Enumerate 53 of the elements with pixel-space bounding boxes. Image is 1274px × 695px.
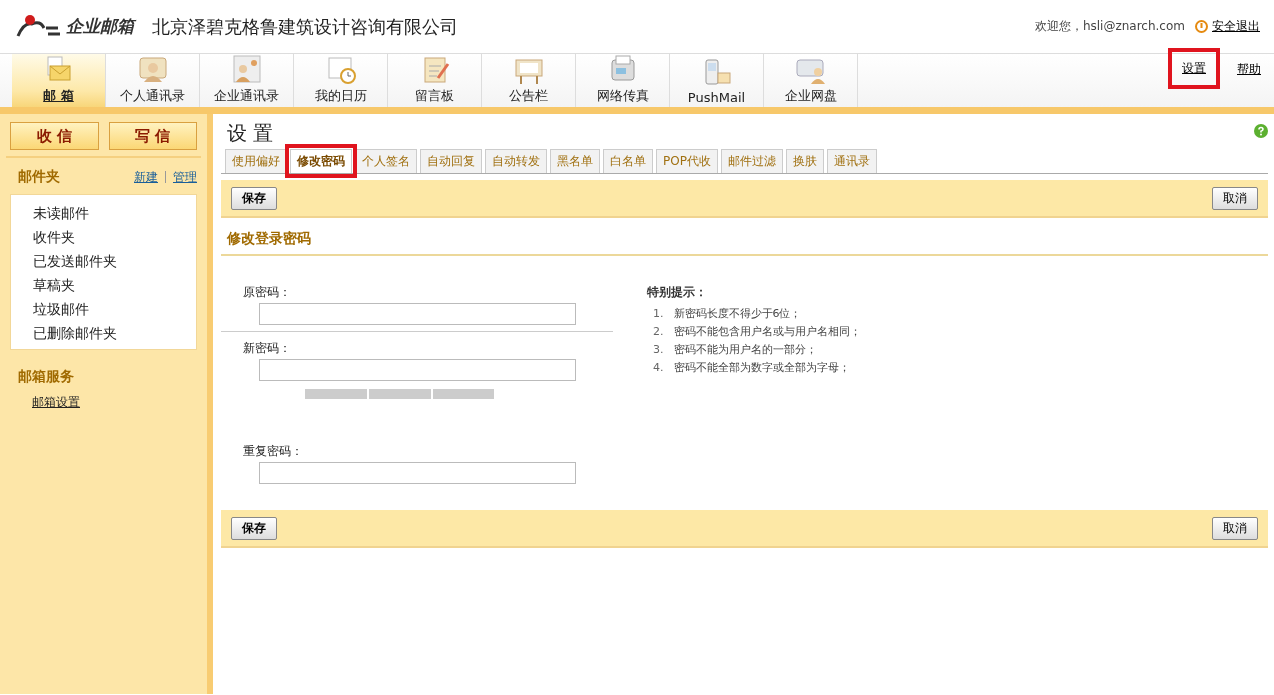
settings-tab[interactable]: 邮件过滤 xyxy=(720,149,783,173)
settings-tab[interactable]: 使用偏好 xyxy=(225,149,287,173)
password-field[interactable] xyxy=(259,359,576,381)
settings-tab[interactable]: 个人签名 xyxy=(355,149,417,173)
mail-button[interactable]: 收 信 xyxy=(10,122,99,150)
tip-number: 1. xyxy=(653,306,664,322)
folder-item[interactable]: 草稿夹 xyxy=(33,273,196,297)
settings-tab[interactable]: 黑名单 xyxy=(550,149,600,173)
folders-title: 邮件夹 xyxy=(18,168,60,186)
save-button[interactable]: 保存 xyxy=(231,186,277,210)
help-icon[interactable] xyxy=(1254,124,1268,138)
field-label: 新密码： xyxy=(243,340,292,357)
settings-tab[interactable]: 白名单 xyxy=(603,149,653,173)
password-field[interactable] xyxy=(259,462,576,484)
page-title: 设 置 xyxy=(227,121,274,145)
tip-text: 密码不能全部为数字或全部为字母； xyxy=(673,360,850,376)
password-field[interactable] xyxy=(259,303,576,325)
service-link[interactable]: 邮箱设置 xyxy=(6,394,201,411)
nav-link[interactable]: 帮助 xyxy=(1224,50,1274,89)
tip-text: 密码不能包含用户名或与用户名相同； xyxy=(673,324,861,340)
tip-number: 3. xyxy=(653,342,664,358)
folder-action-link[interactable]: 管理 xyxy=(173,168,197,186)
section-title: 修改登录密码 xyxy=(221,218,1268,256)
folder-item[interactable]: 垃圾邮件 xyxy=(33,297,196,321)
tip-number: 2. xyxy=(653,324,664,340)
folder-item[interactable]: 已删除邮件夹 xyxy=(33,321,196,345)
field-label: 原密码： xyxy=(243,284,292,301)
divider xyxy=(165,171,166,183)
folder-item[interactable]: 已发送邮件夹 xyxy=(33,249,196,273)
settings-tab[interactable]: 自动回复 xyxy=(420,149,482,173)
folder-item[interactable]: 收件夹 xyxy=(33,225,196,249)
folder-action-link[interactable]: 新建 xyxy=(134,168,158,186)
logout-link[interactable]: 安全退出 xyxy=(1212,18,1260,35)
tips-title: 特别提示： xyxy=(647,284,708,301)
welcome-text: 欢迎您，hsli@znarch.com xyxy=(1034,18,1185,35)
folder-item[interactable]: 未读邮件 xyxy=(33,201,196,225)
exit-icon xyxy=(1195,20,1208,33)
tip-number: 4. xyxy=(653,360,664,376)
tip-text: 密码不能为用户名的一部分； xyxy=(673,342,817,358)
settings-tab[interactable]: 自动转发 xyxy=(485,149,547,173)
settings-tab[interactable]: 通讯录 xyxy=(826,149,877,173)
settings-tab[interactable]: 换肤 xyxy=(785,149,824,173)
services-title: 邮箱服务 xyxy=(17,367,75,386)
tip-text: 新密码长度不得少于6位； xyxy=(673,306,802,322)
settings-tab[interactable]: POP代收 xyxy=(656,149,718,173)
nav-link[interactable]: 设置 xyxy=(1168,48,1220,89)
nav-tab[interactable]: 企业通讯录 xyxy=(200,54,294,107)
company-name: 北京泽碧克格鲁建筑设计咨询有限公司 xyxy=(152,14,458,39)
cancel-button[interactable]: 取消 xyxy=(1212,186,1258,210)
mail-button[interactable]: 写 信 xyxy=(108,122,197,150)
save-button[interactable]: 保存 xyxy=(231,516,277,540)
field-label: 重复密码： xyxy=(243,443,304,460)
cancel-button[interactable]: 取消 xyxy=(1212,516,1258,540)
